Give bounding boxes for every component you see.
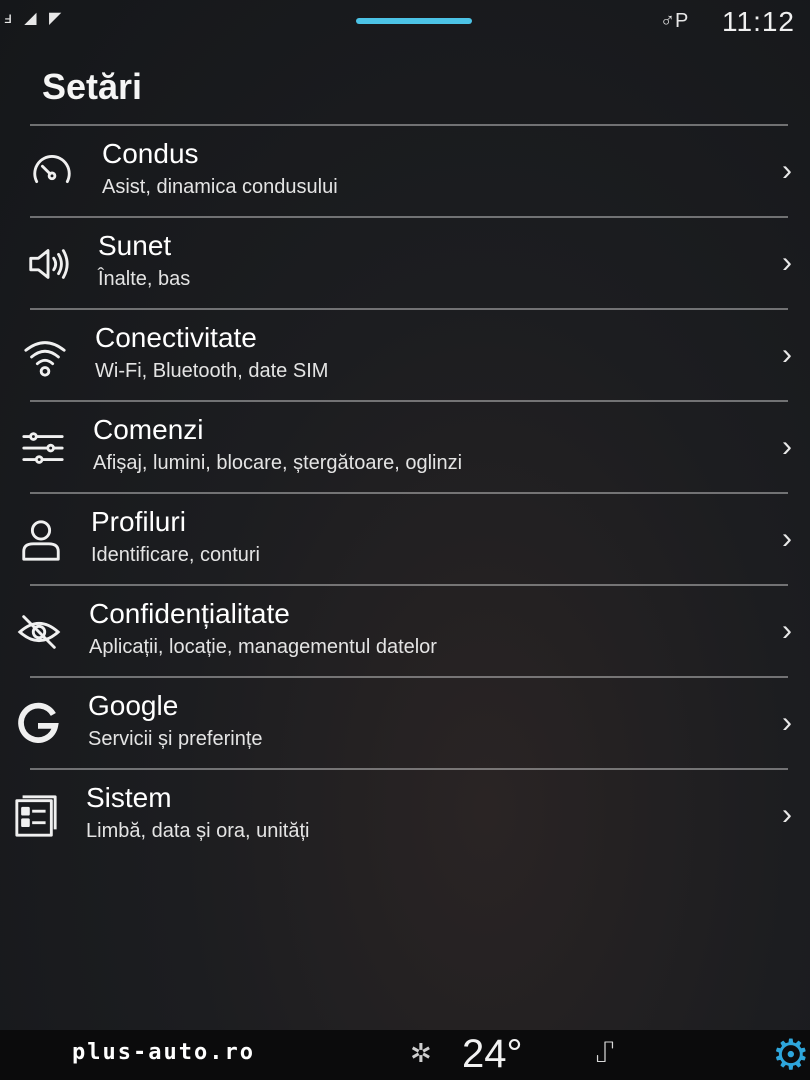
eye-slash-icon — [13, 606, 65, 658]
settings-item-sistem[interactable]: Sistem Limbă, data și ora, unități › — [0, 768, 810, 860]
fan-icon[interactable]: ✲ — [410, 1038, 432, 1069]
item-label: Sunet — [98, 230, 172, 261]
item-subtitle: Afișaj, lumini, blocare, ștergătoare, og… — [93, 452, 463, 474]
chevron-right-icon: › — [782, 154, 792, 187]
divider — [30, 308, 788, 310]
settings-item-confidentialitate[interactable]: Confidențialitate Aplicații, locație, ma… — [0, 584, 810, 676]
person-icon — [15, 514, 67, 566]
item-label: Condus — [102, 138, 199, 169]
status-icons: ⅎ ◢ ◤ — [4, 10, 66, 27]
sliders-icon — [17, 422, 69, 474]
chevron-right-icon: › — [782, 338, 792, 371]
watermark: plus-auto.ro — [72, 1040, 255, 1065]
divider — [30, 584, 788, 586]
clock: 11:12 — [722, 6, 795, 37]
item-subtitle: Limbă, data și ora, unități — [86, 820, 310, 842]
chevron-right-icon: › — [782, 798, 792, 831]
item-subtitle: Identificare, conturi — [91, 544, 260, 566]
settings-list: Condus Asist, dinamica condusului › Sune… — [0, 124, 810, 860]
system-icon — [10, 790, 62, 842]
page-title: Setări — [42, 66, 143, 107]
notification-handle[interactable] — [356, 18, 472, 24]
divider — [30, 676, 788, 678]
item-label: Comenzi — [93, 414, 204, 445]
status-bar: ⅎ ◢ ◤ ♂P 11:12 — [0, 0, 810, 44]
settings-item-condus[interactable]: Condus Asist, dinamica condusului › — [0, 124, 810, 216]
google-icon — [12, 698, 64, 750]
speaker-icon — [22, 238, 74, 290]
chevron-right-icon: › — [782, 430, 792, 463]
item-subtitle: Aplicații, locație, managementul datelor — [89, 636, 437, 658]
divider — [30, 400, 788, 402]
item-label: Google — [88, 690, 179, 721]
item-subtitle: Wi-Fi, Bluetooth, date SIM — [95, 360, 329, 382]
divider — [30, 768, 788, 770]
user-profile-indicator[interactable]: ♂P — [660, 10, 688, 33]
chevron-right-icon: › — [782, 614, 792, 647]
item-label: Sistem — [86, 782, 172, 813]
settings-item-sunet[interactable]: Sunet Înalte, bas › — [0, 216, 810, 308]
divider — [30, 216, 788, 218]
divider — [30, 492, 788, 494]
item-subtitle: Asist, dinamica condusului — [102, 176, 338, 198]
chevron-right-icon: › — [782, 522, 792, 555]
gear-icon[interactable]: ⚙ — [772, 1030, 810, 1079]
chevron-right-icon: › — [782, 246, 792, 279]
item-subtitle: Înalte, bas — [98, 268, 191, 290]
settings-item-profiluri[interactable]: Profiluri Identificare, conturi › — [0, 492, 810, 584]
item-subtitle: Servicii și preferințe — [88, 728, 263, 750]
chevron-right-icon: › — [782, 706, 792, 739]
speedometer-icon — [26, 146, 78, 198]
settings-item-google[interactable]: Google Servicii și preferințe › — [0, 676, 810, 768]
settings-item-comenzi[interactable]: Comenzi Afișaj, lumini, blocare, ștergăt… — [0, 400, 810, 492]
wifi-icon — [19, 330, 71, 382]
item-label: Conectivitate — [95, 322, 257, 353]
divider — [30, 124, 788, 126]
item-label: Profiluri — [91, 506, 186, 537]
climate-bar: plus-auto.ro ✲ 24° ⑀ ⚙ — [0, 1030, 810, 1080]
seat-icon[interactable]: ⑀ — [596, 1036, 614, 1070]
settings-item-conectivitate[interactable]: Conectivitate Wi-Fi, Bluetooth, date SIM… — [0, 308, 810, 400]
temperature-display[interactable]: 24° — [462, 1032, 523, 1077]
item-label: Confidențialitate — [89, 598, 290, 629]
